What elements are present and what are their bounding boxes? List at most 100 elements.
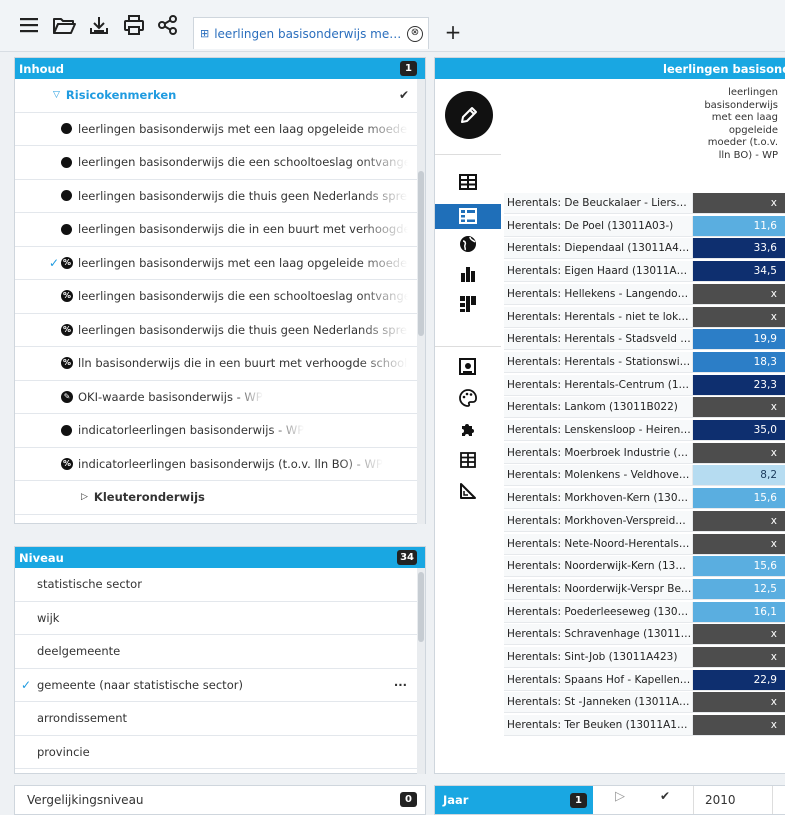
inhoud-panel: Inhoud 1 ▽ Risicokenmerken ✔︎ leerlingen… bbox=[14, 57, 426, 524]
table-cell-value: x bbox=[693, 397, 785, 418]
grid-chart-icon[interactable] bbox=[435, 295, 501, 319]
list-item[interactable]: % lln basisonderwijs die in een buurt met… bbox=[15, 347, 425, 381]
list-item[interactable]: leerlingen basisonderwijs met een laag o… bbox=[15, 113, 425, 146]
table-row-label: Herentals: Molenkens - Veldhoven (13011A… bbox=[504, 465, 693, 486]
list-item[interactable]: ✓% leerlingen basisonderwijs met een laag… bbox=[15, 247, 425, 280]
niveau-item[interactable]: statistische sector bbox=[15, 568, 425, 602]
table-row[interactable]: Herentals: De Poel (13011A03-) 11,6 bbox=[504, 215, 785, 237]
list-item[interactable]: % indicatorleerlingen basisonderwijs (t.o… bbox=[15, 448, 425, 481]
inhoud-header[interactable]: Inhoud 1 bbox=[15, 58, 425, 79]
niveau-scrollbar[interactable] bbox=[417, 568, 425, 774]
table-row[interactable]: Herentals: Herentals - Stationswijk (130… bbox=[504, 351, 785, 373]
list-item[interactable]: indicatorleerlingen basisonderwijs - WP bbox=[15, 414, 425, 448]
check-all-icon[interactable]: ✔︎ bbox=[399, 88, 409, 102]
table-icon[interactable] bbox=[435, 173, 501, 197]
table-row-label: Herentals: Morkhoven-Verspreide Bewoning bbox=[504, 510, 693, 531]
table-row-label: Herentals: Noorderwijk-Verspr Bewoning bbox=[504, 578, 693, 599]
check-all-icon[interactable]: ✔︎ bbox=[650, 789, 680, 811]
table-cell-value: 18,3 bbox=[693, 351, 785, 372]
table-row[interactable]: Herentals: Moerbroek Industrie (13011A49… bbox=[504, 442, 785, 464]
niveau-scroll-thumb[interactable] bbox=[418, 572, 424, 642]
group-kleuteronderwijs[interactable]: ▷ Kleuteronderwijs bbox=[15, 481, 425, 515]
table-row[interactable]: Herentals: Noorderwijk-Kern (13011B00-)1… bbox=[504, 556, 785, 578]
new-tab-button[interactable]: + bbox=[437, 17, 469, 49]
table-cell-value: 15,6 bbox=[693, 556, 785, 577]
print-icon[interactable] bbox=[123, 14, 147, 38]
table-row[interactable]: Herentals: Morkhoven-Verspreide Bewoning… bbox=[504, 510, 785, 532]
year-2010[interactable]: 2010 bbox=[705, 793, 736, 807]
table-cell-value: x bbox=[693, 193, 785, 213]
list-item[interactable]: leerlingen basisonderwijs die een school… bbox=[15, 146, 425, 180]
table-row[interactable]: Herentals: Sint-Job (13011A423) x bbox=[504, 647, 785, 668]
menu-icon[interactable] bbox=[18, 14, 42, 38]
share-icon[interactable] bbox=[157, 14, 181, 38]
table-row[interactable]: Herentals: Diependaal (13011A412) 33,6 bbox=[504, 238, 785, 260]
table-row[interactable]: Herentals: De Beuckalaer - Lierseweg (13… bbox=[504, 193, 785, 214]
folder-open-icon[interactable] bbox=[52, 14, 76, 38]
grid-icon[interactable] bbox=[435, 451, 501, 475]
list-item[interactable]: leerlingen basisonderwijs die in een buu… bbox=[15, 213, 425, 247]
table-row[interactable]: Herentals: Ter Beuken (13011A133) x bbox=[504, 715, 785, 737]
group-label: Risicokenmerken bbox=[65, 88, 177, 103]
jaar-header[interactable]: Jaar 1 bbox=[435, 786, 593, 814]
table-row[interactable]: Herentals: St -Janneken (13011A212) x bbox=[504, 692, 785, 714]
table-cell-value: 19,9 bbox=[693, 329, 785, 350]
table-cell-value: x bbox=[693, 442, 785, 463]
table-cell-value: x bbox=[693, 624, 785, 645]
list-item-label: leerlingen basisonderwijs met een laag o… bbox=[78, 255, 408, 270]
group-risicokenmerken[interactable]: ▽ Risicokenmerken ✔︎ bbox=[15, 79, 425, 113]
table-row[interactable]: Herentals: Lenskensloop - Heirenbroek (1… bbox=[504, 420, 785, 441]
table-row[interactable]: Herentals: Molenkens - Veldhoven (13011A… bbox=[504, 465, 785, 487]
inhoud-scrollbar[interactable] bbox=[417, 79, 425, 524]
percent-icon: % bbox=[61, 323, 73, 336]
table-row[interactable]: Herentals: Morkhoven-Kern (13011C00-)15,… bbox=[504, 488, 785, 510]
list-item[interactable]: leerlingen basisonderwijs die thuis geen… bbox=[15, 180, 425, 213]
divider bbox=[435, 154, 501, 155]
list-item[interactable]: % leerlingen basisonderwijs die thuis gee… bbox=[15, 314, 425, 347]
table-cell-value: x bbox=[693, 510, 785, 531]
table-row[interactable]: Herentals: Spaans Hof - Kapellenblok (13… bbox=[504, 669, 785, 691]
niveau-item-label: arrondissement bbox=[37, 711, 128, 726]
globe-icon[interactable] bbox=[435, 235, 501, 259]
palette-icon[interactable] bbox=[435, 389, 501, 413]
table-row[interactable]: Herentals: Herentals - Stadsveld (13011A… bbox=[504, 329, 785, 351]
table-row-label: Herentals: Herentals-Centrum (13011A00-) bbox=[504, 374, 693, 395]
percent-icon: % bbox=[61, 457, 73, 470]
puzzle-icon[interactable] bbox=[435, 420, 501, 444]
play-icon[interactable]: ▷ bbox=[605, 789, 635, 811]
table-row[interactable]: Herentals: Hellekens - Langendonk (13011… bbox=[504, 283, 785, 305]
table-row[interactable]: Herentals: Herentals - niet te lokaliser… bbox=[504, 306, 785, 328]
vergelijkingsniveau-panel[interactable]: Vergelijkingsniveau 0 bbox=[14, 785, 426, 815]
table-row-label: Herentals: De Beuckalaer - Lierseweg (13… bbox=[504, 193, 693, 213]
niveau-item[interactable]: ✓ gemeente (naar statistische sector) ··· bbox=[15, 669, 425, 702]
table-row-label: Herentals: Hellekens - Langendonk (13011… bbox=[504, 283, 693, 304]
bar-chart-icon[interactable] bbox=[435, 265, 501, 289]
table-row[interactable]: Herentals: Lankom (13011B022) x bbox=[504, 397, 785, 419]
divider bbox=[435, 346, 501, 347]
inhoud-scroll-thumb[interactable] bbox=[418, 171, 424, 336]
niveau-item[interactable]: provincie bbox=[15, 736, 425, 769]
ruler-icon[interactable] bbox=[435, 482, 501, 506]
tab-active[interactable]: ⊞ leerlingen basisonderwijs met een laag… bbox=[193, 17, 429, 49]
table-row[interactable]: Herentals: Schravenhage (13011B032) x bbox=[504, 624, 785, 646]
table-colored-icon[interactable] bbox=[435, 204, 501, 229]
close-icon[interactable]: ⊗ bbox=[407, 25, 423, 42]
niveau-header[interactable]: Niveau 34 bbox=[15, 547, 425, 568]
niveau-item[interactable]: arrondissement bbox=[15, 702, 425, 736]
table-row-label: Herentals: Diependaal (13011A412) bbox=[504, 238, 693, 259]
niveau-item[interactable]: deelgemeente bbox=[15, 635, 425, 669]
image-icon[interactable] bbox=[435, 358, 501, 382]
table-row[interactable]: Herentals: Noorderwijk-Verspr Bewoning12… bbox=[504, 578, 785, 600]
table-row[interactable]: Herentals: Nete-Noord-Herentals-Versprei… bbox=[504, 533, 785, 555]
list-item[interactable]: % leerlingen basisonderwijs die een schoo… bbox=[15, 280, 425, 314]
table-row[interactable]: Herentals: Poederleeseweg (13011A14-)16,… bbox=[504, 601, 785, 623]
list-item[interactable]: ✎ OKI-waarde basisonderwijs - WP bbox=[15, 381, 425, 414]
niveau-item[interactable]: wijk bbox=[15, 602, 425, 635]
table-row-label: Herentals: Lankom (13011B022) bbox=[504, 397, 693, 418]
table-row[interactable]: Herentals: Eigen Haard (13011A301) 34,5 bbox=[504, 261, 785, 283]
edit-button[interactable] bbox=[445, 91, 493, 139]
table-row[interactable]: Herentals: Herentals-Centrum (13011A00-)… bbox=[504, 374, 785, 396]
more-options-icon[interactable]: ··· bbox=[394, 678, 407, 692]
column-header[interactable]: leerlingen basisonderwijs met een laag o… bbox=[696, 87, 784, 162]
download-icon[interactable] bbox=[88, 14, 112, 38]
